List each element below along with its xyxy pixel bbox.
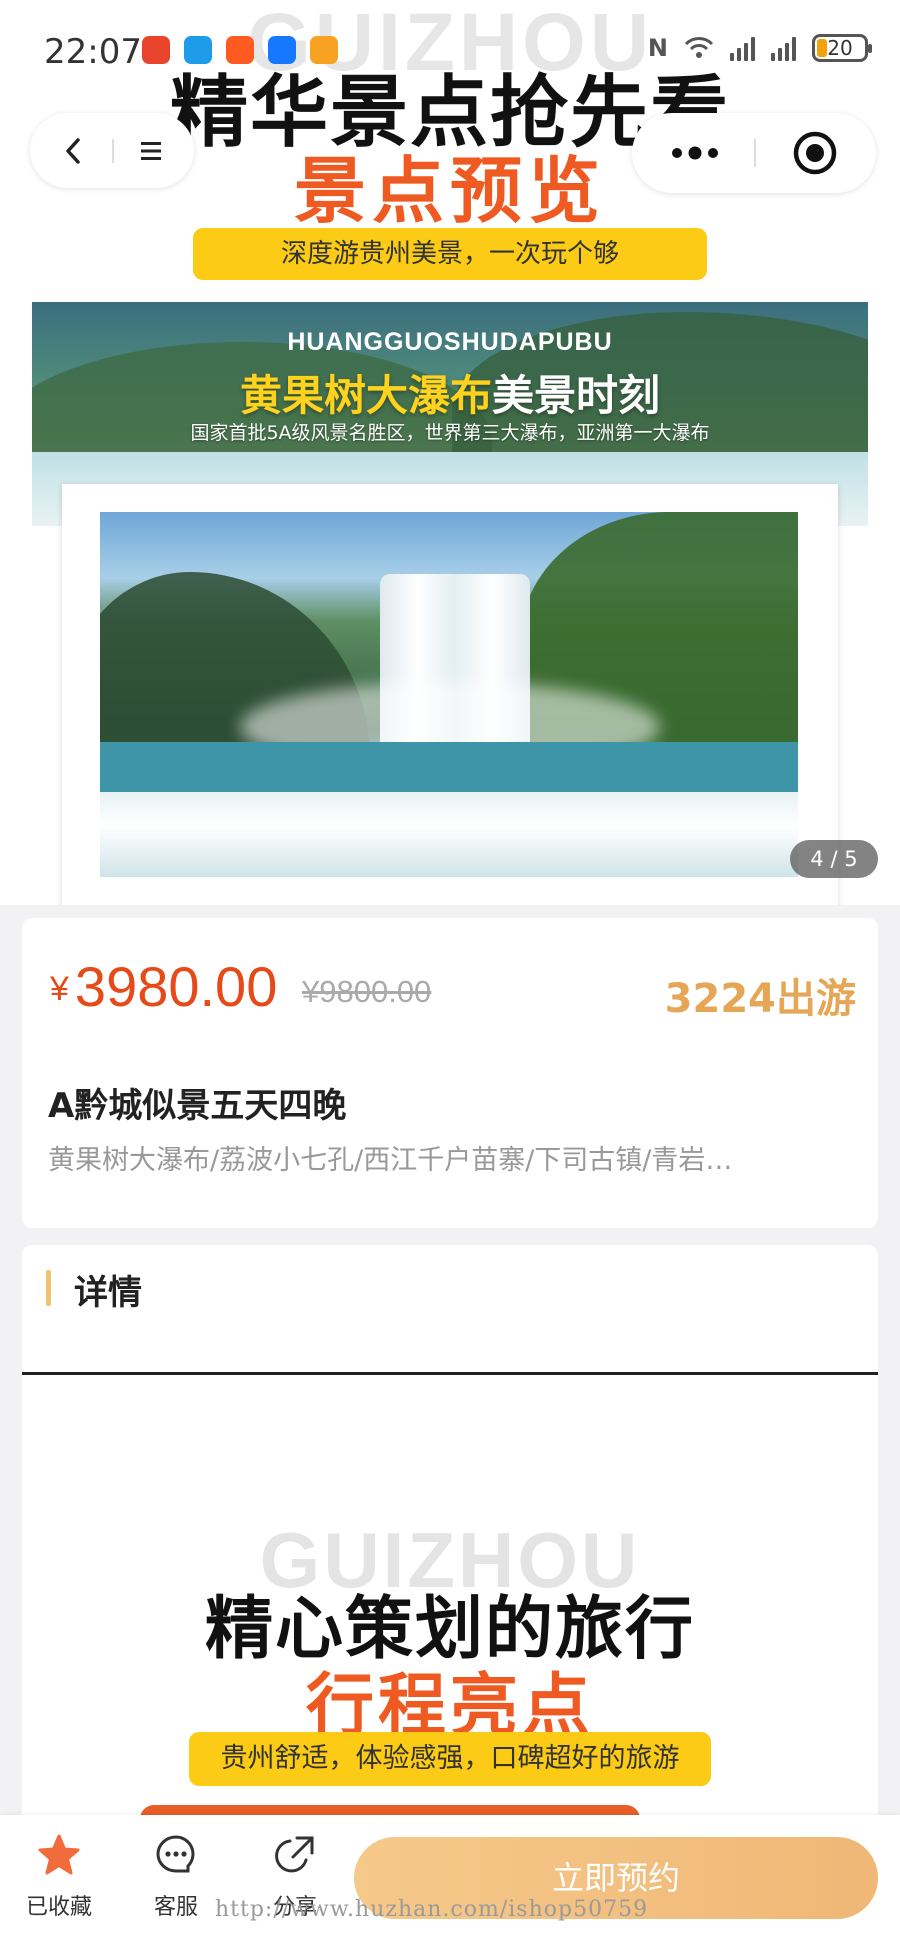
details-section-header: 详情 [22,1245,878,1375]
status-bar: 22:07 N 20 [0,22,900,82]
section-accent-bar [46,1270,51,1306]
notification-app-icon [142,36,170,64]
original-price: ¥9800.00 [302,974,432,1009]
nfc-icon: N [647,34,668,62]
signal-icon-2 [771,35,796,61]
favorite-button[interactable]: 已收藏 [14,1833,104,1921]
bottom-action-bar: 已收藏 客服 分享 立即预约 [0,1815,900,1943]
taobao-app-icon [226,36,254,64]
currency-symbol: ¥ [50,970,69,1008]
target-circle-icon [793,131,836,175]
alipay-app-icon [268,36,296,64]
details-tagline: 贵州舒适，体验感强，口碑超好的旅游 [189,1732,711,1786]
strip-english-title: HUANGGUOSHUDAPUBU [287,328,613,356]
chat-app-icon [184,36,212,64]
strip-title-highlight: 黄果树大瀑布 [239,371,492,420]
strip-subtitle: 国家首批5A级风景名胜区，世界第三大瀑布，亚洲第一大瀑布 [190,422,710,444]
wifi-icon [684,37,714,58]
waterfall-photo [100,512,798,877]
traveler-count: 3224出游 [664,976,856,1022]
price-value: 3980.00 [74,955,278,1018]
nav-capsule-right [632,113,876,193]
details-title: 详情 [74,1273,142,1313]
menu-button[interactable] [118,113,184,188]
battery-level: 20 [827,36,853,60]
current-price: ¥3980.00 [50,954,277,1019]
nav-capsule-left [30,113,194,188]
url-watermark: http://www.huzhan.com/ishop50759 [215,1897,649,1922]
back-button[interactable] [40,113,106,188]
close-miniapp-button[interactable] [762,113,867,193]
chevron-left-icon [66,137,80,164]
product-detail-page: { "status_bar": { "time": "22:07", "batt… [0,0,900,1943]
status-indicators: N 20 [647,34,872,62]
product-route: 黄果树大瀑布/荔波小七孔/西江千户苗寨/下司古镇/青岩… [48,1145,733,1176]
carousel-page-indicator: 4 / 5 [790,840,878,878]
details-image: GUIZHOU 精心策划的旅行 行程亮点 贵州舒适，体验感强，口碑超好的旅游 [22,1375,878,1845]
customer-service-button[interactable]: 客服 [131,1833,221,1921]
service-label: 客服 [153,1895,198,1920]
strip-title: 黄果树大瀑布美景时刻 [32,362,868,423]
chat-bubble-icon [156,1835,195,1873]
status-time: 22:07 [44,32,142,72]
strip-title-rest: 美景时刻 [492,371,661,420]
menu-icon [141,141,161,160]
app-icon [310,36,338,64]
more-dots-icon [671,146,718,160]
star-icon [38,1834,80,1875]
banner-tagline: 深度游贵州美景，一次玩个够 [193,228,707,280]
signal-icon [730,35,755,61]
favorite-label: 已收藏 [25,1895,92,1920]
notification-icons [142,36,338,64]
more-button[interactable] [642,113,747,193]
product-title: A黔城似景五天四晚 [48,1086,347,1126]
share-icon [275,1836,314,1873]
battery-icon: 20 [812,34,872,62]
product-info-card: ¥3980.00 ¥9800.00 3224出游 A黔城似景五天四晚 黄果树大瀑… [22,918,878,1228]
